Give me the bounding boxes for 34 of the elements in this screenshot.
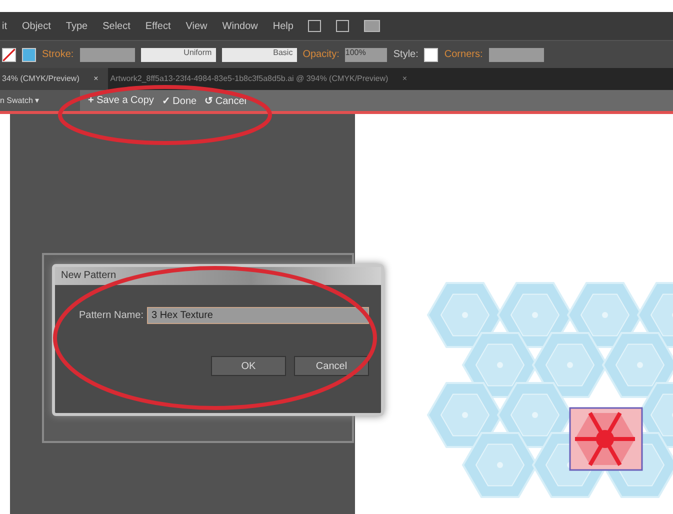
dialog-button[interactable]: Cancel: [294, 356, 369, 376]
menu-item[interactable]: Select: [102, 20, 130, 32]
stroke-swatch[interactable]: [22, 48, 36, 62]
document-tab[interactable]: 34% (CMYK/Preview) ×: [0, 68, 108, 90]
pattern-action-link[interactable]: + Save a Copy: [88, 95, 154, 106]
fill-swatch[interactable]: [2, 48, 16, 62]
close-icon[interactable]: ×: [94, 74, 98, 83]
style-swatch[interactable]: [424, 48, 438, 62]
menu-item[interactable]: Window: [222, 20, 258, 32]
opacity-label: Opacity:: [302, 49, 340, 60]
brush-dropdown[interactable]: Basic: [222, 48, 297, 62]
menu-item[interactable]: Object: [22, 20, 51, 32]
menu-item[interactable]: View: [186, 20, 208, 32]
menu-item[interactable]: Help: [272, 20, 294, 32]
pattern-name-label: Pattern Name:: [79, 310, 144, 321]
document-tab[interactable]: Artwork2_8ff5a13-23f4-4984-83e5-1b8c3f5a8d5b.ai @ 394% (CMYK/Preview) ×: [108, 68, 418, 90]
close-icon[interactable]: ×: [402, 74, 408, 83]
opacity-field[interactable]: 100%: [345, 48, 388, 62]
corners-label: Corners:: [444, 49, 483, 60]
stroke-weight-field[interactable]: [80, 48, 135, 62]
swatch-dropdown[interactable]: n Swatch ▾: [0, 90, 80, 111]
document-icon[interactable]: [308, 20, 322, 32]
corners-field[interactable]: [488, 48, 544, 62]
document-icon[interactable]: [336, 20, 350, 32]
menu-item[interactable]: it: [2, 20, 7, 32]
profile-dropdown[interactable]: Uniform: [140, 48, 216, 62]
pattern-action-link[interactable]: ✓ Done: [162, 94, 197, 106]
pattern-action-link[interactable]: ↺ Cancel: [204, 94, 246, 106]
menu-item[interactable]: Type: [66, 20, 88, 32]
dialog-button[interactable]: OK: [211, 356, 286, 376]
style-label: Style:: [393, 49, 418, 60]
menu-item[interactable]: Effect: [145, 20, 171, 32]
pattern-name-field[interactable]: 3 Hex Texture: [147, 307, 369, 324]
stroke-label: Stroke:: [42, 49, 74, 60]
